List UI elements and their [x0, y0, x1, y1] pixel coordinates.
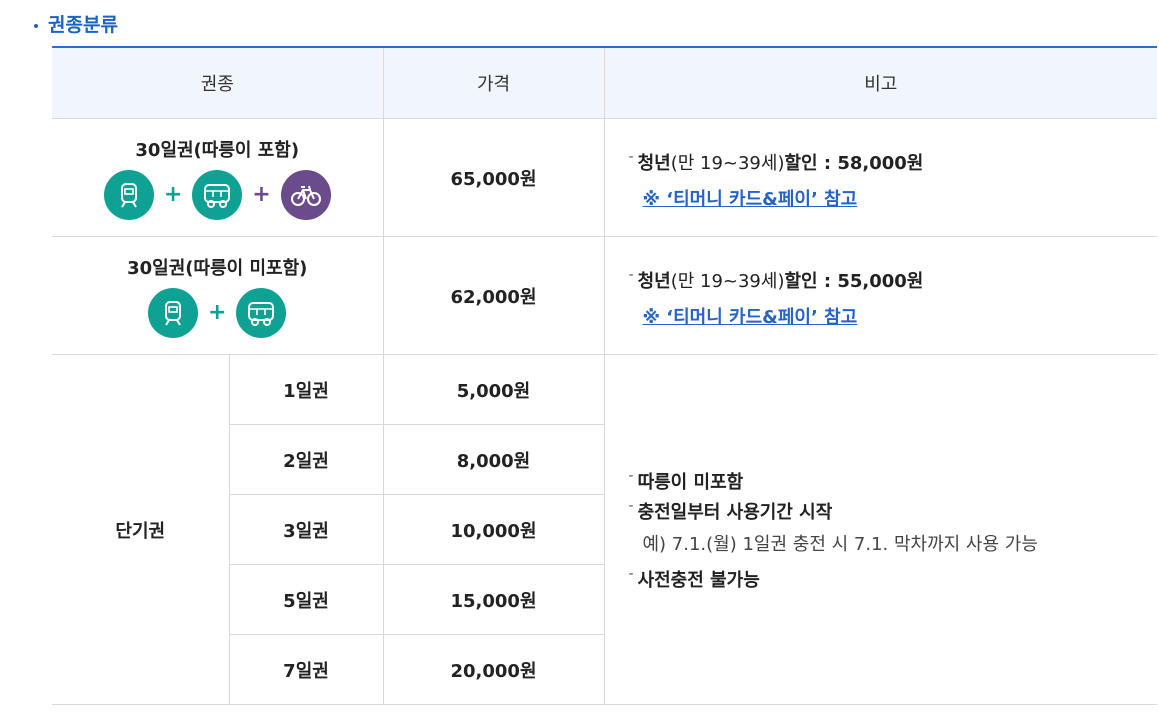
remarks-cell: - 청년(만 19~39세)할인 : 55,000원 ※ ‘티머니 카드&페이’ …: [604, 236, 1157, 355]
tmoney-reference-link[interactable]: ※ ‘티머니 카드&페이’ 참고: [629, 303, 858, 329]
short-ticket-name: 1일권: [229, 354, 384, 425]
table-row: 30일권(따릉이 포함) + + 65,000원 - 청년(만 19~39세)할…: [52, 118, 1157, 237]
youth-discount-note: - 청년(만 19~39세)할인 : 58,000원: [628, 148, 924, 174]
header-remarks: 비고: [604, 47, 1157, 119]
header-ticket-type: 권종: [52, 47, 384, 119]
ticket-type-table: 권종 가격 비고 30일권(따릉이 포함) + + 65,000원 - 청년(만…: [52, 46, 1157, 705]
subway-icon: [103, 169, 154, 220]
table-row: 30일권(따릉이 미포함) + 62,000원 - 청년(만 19~39세)할인 …: [52, 236, 1157, 355]
note-no-bike: - 따릉이 미포함: [628, 467, 744, 493]
ticket-name: 30일권(따릉이 미포함): [127, 257, 308, 279]
short-ticket-name: 3일권: [229, 494, 384, 565]
table-row: 단기권 1일권 5,000원 - 따릉이 미포함 - 충전일부터 사용기간 시작 예…: [52, 354, 1157, 705]
short-ticket-name: 5일권: [229, 564, 384, 635]
section-title-text: 권종분류: [48, 14, 118, 36]
subway-icon: [148, 287, 199, 338]
plus-sign: +: [208, 300, 227, 325]
ticket-name: 30일권(따릉이 포함): [135, 139, 300, 161]
price-cell: 20,000원: [383, 634, 605, 705]
price-cell: 5,000원: [383, 354, 605, 425]
bus-icon: [192, 169, 243, 220]
remarks-cell: - 청년(만 19~39세)할인 : 58,000원 ※ ‘티머니 카드&페이’ …: [604, 118, 1157, 237]
short-ticket-name: 2일권: [229, 424, 384, 495]
bus-icon: [236, 287, 287, 338]
ticket-name-cell: 30일권(따릉이 미포함) +: [52, 236, 384, 355]
section-title: 권종분류: [34, 10, 118, 37]
bullet-dot: [34, 23, 38, 28]
note-example: 예) 7.1.(월) 1일권 충전 시 7.1. 막차까지 사용 가능: [642, 533, 1038, 555]
transport-icons: + +: [52, 169, 383, 220]
note-usage-period: - 충전일부터 사용기간 시작: [628, 497, 833, 523]
plus-sign: +: [163, 182, 183, 207]
table-header-row: 권종 가격 비고: [52, 47, 1157, 119]
youth-discount-note: - 청년(만 19~39세)할인 : 55,000원: [628, 266, 924, 292]
price-cell: 62,000원: [383, 236, 605, 355]
short-term-label: 단기권: [52, 354, 230, 705]
bicycle-icon: [280, 169, 331, 220]
price-cell: 10,000원: [383, 494, 605, 565]
header-price: 가격: [383, 47, 605, 119]
ticket-name-cell: 30일권(따릉이 포함) + +: [52, 118, 384, 237]
note-no-precharge: - 사전충전 불가능: [628, 565, 760, 591]
plus-sign: +: [252, 182, 271, 207]
price-cell: 15,000원: [383, 564, 605, 635]
tmoney-reference-link[interactable]: ※ ‘티머니 카드&페이’ 참고: [629, 185, 858, 211]
price-cell: 65,000원: [383, 118, 605, 237]
transport-icons: +: [52, 287, 383, 338]
short-ticket-name: 7일권: [229, 634, 384, 705]
short-term-remarks: - 따릉이 미포함 - 충전일부터 사용기간 시작 예) 7.1.(월) 1일권 충…: [604, 354, 1157, 705]
price-cell: 8,000원: [383, 424, 605, 495]
